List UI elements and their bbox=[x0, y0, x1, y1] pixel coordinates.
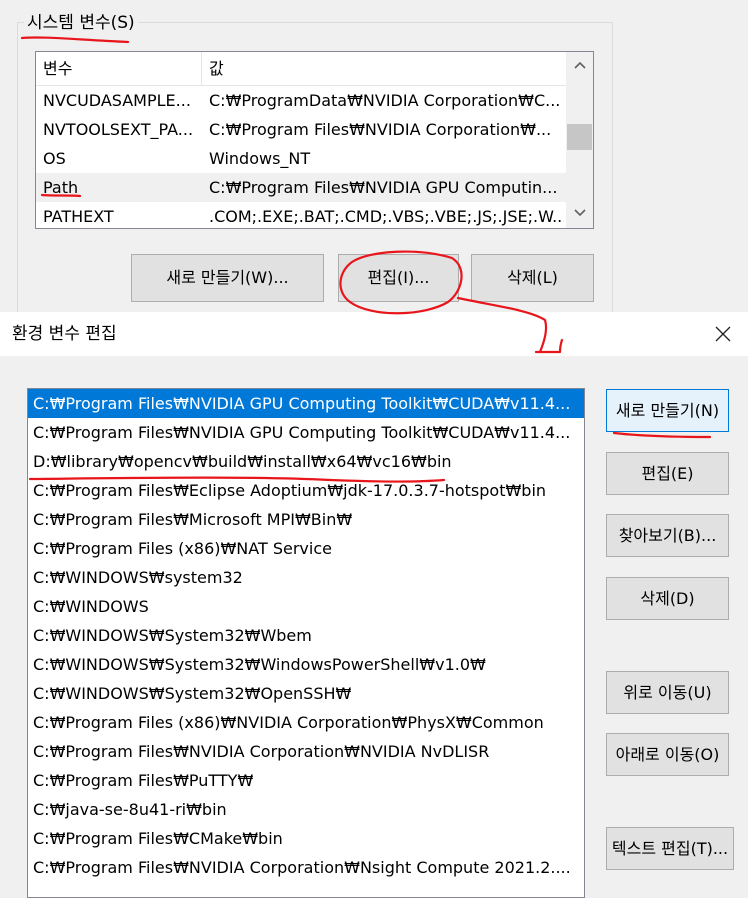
delete-variable-button[interactable]: 삭제(L) bbox=[471, 254, 594, 302]
edit-text-button[interactable]: 텍스트 편집(T)... bbox=[606, 827, 734, 870]
move-down-button[interactable]: 아래로 이동(O) bbox=[606, 733, 729, 776]
scroll-down-icon[interactable] bbox=[566, 200, 593, 228]
list-item[interactable]: C:₩Program Files₩Eclipse Adoptium₩jdk-17… bbox=[28, 476, 584, 505]
list-item[interactable]: C:₩Program Files (x86)₩NVIDIA Corporatio… bbox=[28, 708, 584, 737]
edit-path-button[interactable]: 편집(E) bbox=[606, 452, 729, 495]
edit-variable-button[interactable]: 편집(I)... bbox=[338, 254, 459, 302]
list-item[interactable]: C:₩WINDOWS₩System32₩WindowsPowerShell₩v1… bbox=[28, 650, 584, 679]
delete-path-button[interactable]: 삭제(D) bbox=[606, 577, 729, 620]
list-item[interactable]: C:₩Program Files (x86)₩NAT Service bbox=[28, 534, 584, 563]
list-item[interactable]: C:₩Program Files₩NVIDIA Corporation₩NVID… bbox=[28, 737, 584, 766]
list-item[interactable]: C:₩WINDOWS₩System32₩Wbem bbox=[28, 621, 584, 650]
list-item-opencv[interactable]: D:₩library₩opencv₩build₩install₩x64₩vc16… bbox=[28, 447, 584, 476]
path-entries-list[interactable]: C:₩Program Files₩NVIDIA GPU Computing To… bbox=[27, 388, 585, 898]
column-header-name[interactable]: 변수 bbox=[36, 52, 202, 85]
list-item[interactable]: C:₩Program Files₩NVIDIA Corporation₩Nsig… bbox=[28, 853, 584, 882]
column-header-value[interactable]: 값 bbox=[202, 52, 569, 85]
list-item[interactable]: C:₩WINDOWS bbox=[28, 592, 584, 621]
new-variable-button[interactable]: 새로 만들기(W)... bbox=[131, 254, 324, 302]
variable-name: PATHEXT bbox=[43, 207, 114, 226]
variable-name: NVCUDASAMPLE... bbox=[43, 91, 191, 110]
dialog-titlebar[interactable]: 환경 변수 편집 bbox=[0, 312, 748, 356]
variable-name: OS bbox=[43, 149, 66, 168]
variable-value: C:₩Program Files₩NVIDIA GPU Computin... bbox=[209, 178, 558, 197]
edit-environment-variable-dialog: 환경 변수 편집 C:₩Program Files₩NVIDIA GPU Com… bbox=[0, 312, 748, 898]
system-variables-list[interactable]: 변수 값 NVCUDASAMPLE... C:₩ProgramData₩NVID… bbox=[35, 51, 594, 229]
move-up-button[interactable]: 위로 이동(U) bbox=[606, 671, 729, 714]
list-item[interactable]: C:₩Program Files₩Microsoft MPI₩Bin₩ bbox=[28, 505, 584, 534]
system-variables-rows: NVCUDASAMPLE... C:₩ProgramData₩NVIDIA Co… bbox=[36, 86, 566, 228]
list-item[interactable]: C:₩Program Files₩PuTTY₩ bbox=[28, 766, 584, 795]
list-item[interactable]: C:₩WINDOWS₩system32 bbox=[28, 563, 584, 592]
list-item[interactable]: C:₩Program Files₩NVIDIA GPU Computing To… bbox=[28, 418, 584, 447]
list-item[interactable]: C:₩Program Files₩CMake₩bin bbox=[28, 824, 584, 853]
table-row[interactable]: NVTOOLSEXT_PA... C:₩Program Files₩NVIDIA… bbox=[36, 115, 566, 144]
browse-button[interactable]: 찾아보기(B)... bbox=[606, 514, 729, 557]
variable-value: Windows_NT bbox=[209, 149, 311, 168]
table-row[interactable]: OS Windows_NT bbox=[36, 144, 566, 173]
list-header: 변수 값 bbox=[36, 52, 566, 86]
system-variables-panel: 시스템 변수(S) 변수 값 NVCUDASAMPLE... C:₩Progra… bbox=[0, 0, 748, 323]
new-path-button[interactable]: 새로 만들기(N) bbox=[606, 389, 729, 432]
table-row[interactable]: NVCUDASAMPLE... C:₩ProgramData₩NVIDIA Co… bbox=[36, 86, 566, 115]
list-item[interactable]: C:₩java-se-8u41-ri₩bin bbox=[28, 795, 584, 824]
system-variables-title: 시스템 변수(S) bbox=[24, 10, 138, 36]
table-row-path[interactable]: Path C:₩Program Files₩NVIDIA GPU Computi… bbox=[36, 173, 566, 202]
variable-value: C:₩ProgramData₩NVIDIA Corporation₩C... bbox=[209, 91, 561, 110]
variable-name: Path bbox=[43, 178, 79, 197]
vertical-scrollbar[interactable] bbox=[566, 52, 593, 228]
variable-value: C:₩Program Files₩NVIDIA Corporation₩... bbox=[209, 120, 552, 139]
table-row[interactable]: PATHEXT .COM;.EXE;.BAT;.CMD;.VBS;.VBE;.J… bbox=[36, 202, 566, 228]
scrollbar-thumb[interactable] bbox=[567, 124, 592, 150]
list-item[interactable]: C:₩Program Files₩NVIDIA GPU Computing To… bbox=[28, 389, 584, 418]
dialog-title: 환경 변수 편집 bbox=[12, 324, 117, 344]
list-item[interactable]: C:₩WINDOWS₩System32₩OpenSSH₩ bbox=[28, 679, 584, 708]
variable-name: NVTOOLSEXT_PA... bbox=[43, 120, 194, 139]
scroll-up-icon[interactable] bbox=[566, 52, 593, 80]
close-icon[interactable] bbox=[698, 312, 748, 356]
variable-value: .COM;.EXE;.BAT;.CMD;.VBS;.VBE;.JS;.JSE;.… bbox=[209, 207, 564, 226]
